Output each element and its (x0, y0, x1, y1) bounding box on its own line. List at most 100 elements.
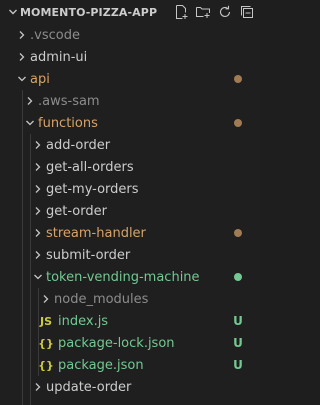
tree-item-label: admin-ui (30, 49, 88, 65)
indent-guide (22, 376, 23, 398)
tree-folder-row[interactable] (0, 398, 260, 405)
tree-item-label: functions (38, 115, 98, 131)
tree-item-label: get-my-orders (46, 181, 139, 197)
status-dot (234, 273, 242, 281)
git-status-dot-icon (230, 229, 246, 237)
tree-folder-row[interactable]: get-my-orders (0, 178, 260, 200)
json-file-icon: {} (38, 336, 54, 350)
tree-item-label: package.json (58, 357, 144, 373)
tree-folder-row[interactable]: add-order (0, 134, 260, 156)
refresh-icon[interactable] (216, 3, 234, 21)
indent-guide (30, 332, 31, 354)
tree-file-row[interactable]: {} package-lock.json U (0, 332, 260, 354)
git-status-dot-icon (230, 119, 246, 127)
tree-folder-row[interactable]: submit-order (0, 244, 260, 266)
explorer-title: MOMENTO-PIZZA-APP (20, 5, 158, 19)
indent-guide (30, 288, 31, 310)
tree-file-row[interactable]: {} package.json U (0, 354, 260, 376)
indent-guide (30, 310, 31, 332)
javascript-file-icon: JS (39, 314, 52, 328)
indent-guide (30, 134, 31, 156)
indent-guide (30, 354, 31, 376)
chevron-right-icon[interactable] (38, 294, 54, 304)
chevron-down-icon[interactable] (14, 74, 30, 84)
indent-guide (22, 266, 23, 288)
indent-guide (22, 310, 23, 332)
indent-guide (22, 222, 23, 244)
tree-item-label: .vscode (30, 27, 80, 43)
chevron-right-icon[interactable] (30, 206, 46, 216)
indent-guide (22, 288, 23, 310)
tree-folder-row[interactable]: api (0, 68, 260, 90)
chevron-right-icon[interactable] (30, 184, 46, 194)
chevron-right-icon[interactable] (30, 250, 46, 260)
tree-item-label: get-all-orders (46, 159, 134, 175)
chevron-right-icon[interactable] (30, 382, 46, 392)
tree-item-label: add-order (46, 137, 111, 153)
tree-folder-row[interactable]: admin-ui (0, 46, 260, 68)
tree-folder-row[interactable]: token-vending-machine (0, 266, 260, 288)
tree-item-label: stream-handler (46, 225, 146, 241)
tree-folder-row[interactable]: stream-handler (0, 222, 260, 244)
tree-folder-row[interactable]: .aws-sam (0, 90, 260, 112)
chevron-right-icon[interactable] (30, 140, 46, 150)
explorer-header[interactable]: MOMENTO-PIZZA-APP (0, 0, 260, 24)
status-dot (234, 75, 242, 83)
git-status-badge: U (233, 314, 243, 328)
indent-guide (30, 266, 31, 288)
tree-item-label: submit-order (46, 247, 131, 263)
chevron-down-icon[interactable] (30, 272, 46, 282)
chevron-down-icon[interactable] (6, 7, 20, 17)
new-folder-icon[interactable] (194, 3, 212, 21)
indent-guide (30, 376, 31, 398)
indent-guide (38, 310, 39, 332)
indent-guide (22, 134, 23, 156)
indent-guide (30, 398, 31, 405)
indent-guide (22, 90, 23, 112)
indent-guide (38, 288, 39, 310)
tree-folder-row[interactable]: .vscode (0, 24, 260, 46)
indent-guide (22, 178, 23, 200)
tree-item-label: update-order (46, 379, 132, 395)
chevron-right-icon[interactable] (30, 228, 46, 238)
status-dot (234, 229, 242, 237)
tree-item-label: api (30, 71, 50, 87)
indent-guide (30, 156, 31, 178)
indent-guide (22, 112, 23, 134)
indent-guide (38, 354, 39, 376)
indent-guide (30, 244, 31, 266)
tree-item-label: package-lock.json (58, 335, 175, 351)
git-status-badge: U (233, 358, 243, 372)
status-dot (234, 119, 242, 127)
tree-file-row[interactable]: JS index.js U (0, 310, 260, 332)
indent-guide (22, 354, 23, 376)
indent-guide (22, 244, 23, 266)
tree-item-label: token-vending-machine (46, 269, 200, 285)
chevron-down-icon[interactable] (22, 118, 38, 128)
git-status-dot-icon (230, 273, 246, 281)
tree-folder-row[interactable]: node_modules (0, 288, 260, 310)
chevron-right-icon[interactable] (14, 52, 30, 62)
indent-guide (22, 332, 23, 354)
file-explorer: MOMENTO-PIZZA-APP .vscode admin-ui api .aws… (0, 0, 260, 405)
chevron-right-icon[interactable] (30, 162, 46, 172)
indent-guide (22, 156, 23, 178)
tree-item-label: index.js (58, 313, 109, 329)
tree-folder-row[interactable]: functions (0, 112, 260, 134)
indent-guide (30, 178, 31, 200)
tree-item-label: .aws-sam (38, 93, 100, 109)
collapse-all-icon[interactable] (238, 3, 256, 21)
json-file-icon: {} (38, 358, 54, 372)
indent-guide (30, 222, 31, 244)
chevron-right-icon[interactable] (14, 30, 30, 40)
tree-folder-row[interactable]: update-order (0, 376, 260, 398)
indent-guide (22, 398, 23, 405)
git-status-dot-icon (230, 75, 246, 83)
indent-guide (38, 332, 39, 354)
git-status-badge: U (233, 336, 243, 350)
tree-item-label: node_modules (54, 291, 149, 307)
tree-folder-row[interactable]: get-all-orders (0, 156, 260, 178)
chevron-right-icon[interactable] (22, 96, 38, 106)
new-file-icon[interactable] (172, 3, 190, 21)
tree-folder-row[interactable]: get-order (0, 200, 260, 222)
